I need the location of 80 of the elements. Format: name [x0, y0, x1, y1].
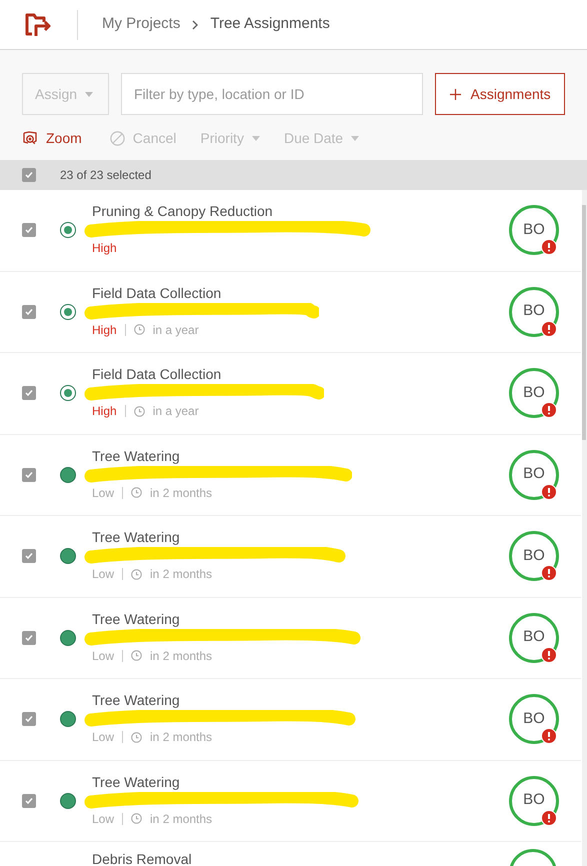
status-icon	[60, 385, 76, 401]
check-icon	[24, 225, 34, 235]
check-icon	[24, 632, 34, 642]
caret-icon	[85, 92, 94, 96]
due-date: in 2 months	[150, 648, 212, 664]
clock-icon	[131, 650, 142, 661]
row-checkbox[interactable]	[22, 304, 36, 318]
check-icon	[24, 470, 34, 480]
worker-avatar[interactable]: BO	[509, 286, 559, 336]
status-icon	[60, 711, 76, 727]
check-icon	[24, 388, 34, 398]
status-icon	[60, 466, 76, 482]
status-icon	[60, 630, 76, 646]
due-date: in 2 months	[150, 810, 212, 826]
clock-icon	[134, 406, 145, 416]
worker-avatar[interactable]: BO	[509, 205, 559, 255]
cancel-icon	[110, 130, 125, 146]
scrollbar[interactable]	[582, 190, 587, 866]
filter-field[interactable]: Filter by type, location or ID	[120, 73, 424, 115]
select-all-checkbox[interactable]	[22, 168, 36, 182]
priority-label: Low	[92, 648, 114, 664]
worker-avatar[interactable]: BO	[509, 450, 559, 500]
clock-icon	[131, 813, 142, 824]
row-checkbox[interactable]	[22, 630, 36, 644]
row-checkbox[interactable]	[22, 712, 36, 726]
due-date: in 2 months	[150, 729, 212, 745]
check-icon	[24, 306, 34, 316]
folder-logo-icon[interactable]	[24, 12, 52, 38]
worker-avatar[interactable]: BO	[509, 776, 559, 826]
row-checkbox[interactable]	[22, 223, 36, 237]
assignment-title: Pruning & Canopy Reduction	[92, 202, 274, 220]
clock-icon	[131, 487, 142, 498]
check-icon	[24, 170, 34, 180]
worker-avatar[interactable]: BO	[509, 531, 559, 581]
assignment-title: Tree Watering	[92, 446, 181, 464]
due-date: in 2 months	[150, 484, 212, 500]
worker-avatar[interactable]: BO	[509, 612, 559, 662]
breadcrumb-link[interactable]: My Projects	[102, 13, 180, 36]
due-date: in a year	[152, 322, 199, 338]
check-icon	[24, 714, 34, 724]
assignment-title: Field Data Collection	[92, 284, 222, 302]
clock-icon	[131, 732, 142, 742]
zoom-button[interactable]: Zoom	[22, 128, 82, 148]
worker-avatar[interactable]: BO	[509, 368, 559, 418]
assignment-title: Field Data Collection	[92, 365, 222, 383]
priority-label: High	[92, 240, 117, 256]
add-assignments-button[interactable]: Assignments	[435, 73, 565, 115]
clock-icon	[131, 568, 142, 580]
status-icon	[60, 792, 76, 808]
status-icon	[60, 222, 76, 238]
row-checkbox[interactable]	[22, 549, 36, 563]
clock-icon	[134, 324, 145, 335]
priority-label: High	[92, 322, 117, 338]
assignment-title: Tree Watering	[92, 528, 181, 546]
assignment-title: Tree Watering	[92, 772, 181, 790]
check-icon	[24, 551, 34, 561]
due-date: in 2 months	[150, 566, 212, 582]
caret-icon	[351, 136, 360, 140]
priority-label: Low	[92, 566, 114, 582]
caret-icon	[252, 136, 260, 140]
priority-label: Low	[92, 484, 114, 500]
priority-label: Low	[92, 810, 114, 826]
row-checkbox[interactable]	[22, 794, 36, 808]
chevron-icon	[191, 20, 200, 30]
assignment-title: Tree Watering	[92, 691, 181, 709]
assignment-title: Tree Watering	[92, 610, 181, 628]
priority-label: Low	[92, 729, 114, 745]
status-icon	[60, 548, 76, 564]
row-checkbox[interactable]	[22, 468, 36, 482]
status-icon	[60, 304, 76, 320]
due-date: in a year	[152, 403, 199, 419]
breadcrumb-link[interactable]: Tree Assignments	[210, 13, 330, 36]
assignment-title: Debris Removal	[92, 852, 192, 866]
selection-count: 23 of 23 selected	[60, 167, 152, 184]
worker-avatar[interactable]: BO	[509, 694, 559, 744]
priority-label: High	[92, 403, 117, 419]
row-checkbox[interactable]	[22, 386, 36, 400]
plus-icon	[450, 88, 461, 100]
zoom-icon	[22, 130, 38, 146]
check-icon	[24, 796, 34, 806]
